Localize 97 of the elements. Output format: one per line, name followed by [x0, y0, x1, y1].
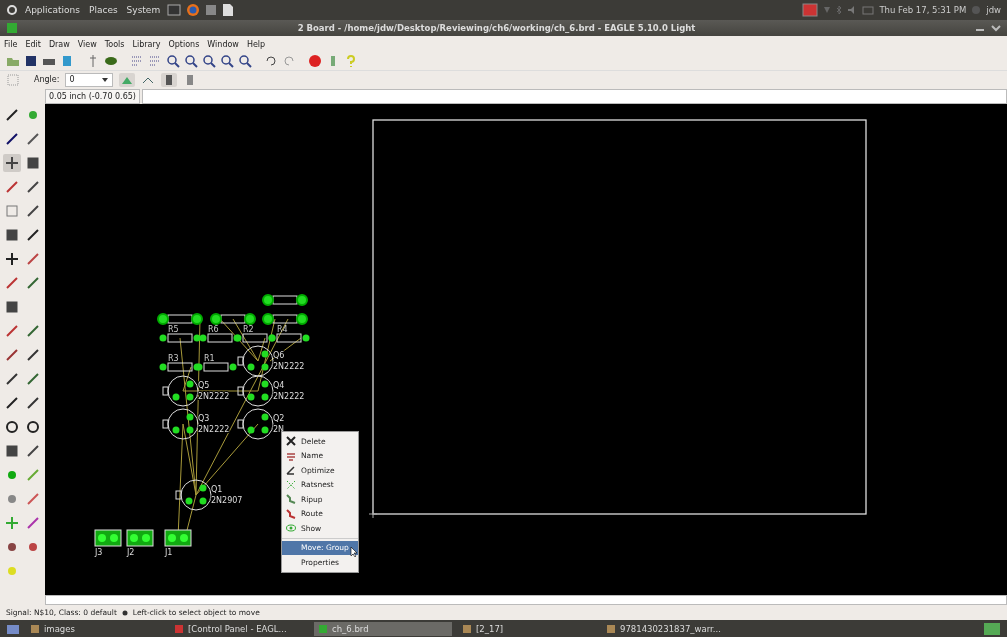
window-icon [30, 623, 40, 634]
panel-menu[interactable]: Applications [23, 5, 82, 15]
taskbar-item[interactable]: images [26, 621, 164, 636]
bullet-icon [121, 609, 128, 616]
resistor[interactable] [268, 333, 310, 343]
delete-icon [286, 436, 296, 447]
route-icon [286, 508, 296, 519]
connector[interactable] [164, 529, 192, 547]
window-icon [606, 623, 616, 634]
user-name[interactable]: jdw [986, 5, 1001, 15]
transistor-value: 2N2222 [273, 392, 305, 401]
transistor-value: 2N2907 [211, 496, 243, 505]
resistor-label: R1 [204, 354, 215, 363]
ripup-icon [286, 494, 296, 505]
resistor-label: R5 [168, 325, 179, 334]
name-icon [286, 450, 296, 461]
resistor-label: R4 [277, 325, 288, 334]
transistor-value: 2N2222 [198, 392, 230, 401]
menu-item[interactable]: Edit [25, 39, 41, 49]
mouse-cursor-icon [350, 546, 358, 558]
connector-label: J1 [165, 548, 173, 557]
panel-menu[interactable]: System [124, 5, 163, 15]
transistor[interactable] [162, 408, 199, 440]
globe-icon[interactable] [186, 3, 201, 17]
transistor[interactable] [237, 408, 274, 440]
resistor[interactable] [159, 333, 201, 343]
maximize-icon[interactable] [991, 24, 1001, 32]
transistor-value: 2N2222 [273, 362, 305, 371]
connector[interactable] [94, 529, 122, 547]
taskbar-item[interactable]: [Control Panel - EAGL... [170, 621, 308, 636]
resistor[interactable] [262, 313, 308, 325]
taskbar-item[interactable]: [2_17] [458, 621, 596, 636]
transistor-name: Q2 [273, 414, 285, 423]
coordinate-display: 0.05 inch (-0.70 0.65) [45, 88, 140, 104]
transistor-name: Q4 [273, 381, 285, 390]
window-title: 2 Board - /home/jdw/Desktop/Reviewing/ch6/working/ch_6.brd - EAGLE 5.10.0 Light [296, 23, 697, 33]
clock[interactable]: Thu Feb 17, 5:31 PM [879, 5, 967, 15]
window-icon [462, 623, 472, 634]
command-field[interactable] [141, 88, 1007, 104]
resistor[interactable] [157, 313, 203, 325]
taskbar-item[interactable]: ch_6.brd [314, 621, 452, 636]
resistor-label: R6 [208, 325, 219, 334]
resistor-label: R2 [243, 325, 254, 334]
stop-icon[interactable] [308, 54, 322, 68]
transistor-name: Q6 [273, 351, 285, 360]
connector[interactable] [126, 529, 154, 547]
move-tool-icon[interactable] [3, 154, 21, 172]
menu-item[interactable]: View [77, 39, 97, 49]
resistor[interactable] [195, 362, 237, 372]
window-icon [174, 623, 184, 634]
menu-item[interactable]: File [4, 39, 18, 49]
show-desktop-icon[interactable] [6, 622, 20, 635]
resistor[interactable] [262, 294, 308, 306]
transistor-value: 2N [273, 425, 285, 434]
window-icon [318, 623, 328, 634]
transistor[interactable] [175, 479, 212, 511]
ratsnest-icon [286, 479, 296, 490]
panel-menu[interactable]: Places [87, 5, 120, 15]
rect-tool-icon[interactable] [3, 442, 21, 460]
transistor[interactable] [237, 375, 274, 407]
transistor-value: 2N2222 [198, 425, 230, 434]
layer-icon[interactable] [161, 72, 178, 87]
menu-item[interactable]: Library [132, 39, 161, 49]
workspace-icon[interactable] [983, 621, 1001, 636]
gear-icon[interactable] [6, 4, 18, 16]
resistor-label: R3 [168, 354, 179, 363]
cross-tool-icon[interactable] [3, 250, 21, 268]
undo-icon[interactable] [264, 54, 278, 68]
app-icon [6, 22, 18, 34]
menu-item[interactable]: Tools [104, 39, 125, 49]
page-icon[interactable] [222, 3, 235, 17]
menu-item[interactable]: Draw [48, 39, 70, 49]
menu-item[interactable]: Options [168, 39, 200, 49]
optimize-icon [286, 465, 296, 476]
zoom-icon[interactable] [166, 54, 180, 68]
transistor-name: Q1 [211, 485, 223, 494]
menu-item[interactable]: Window [207, 39, 239, 49]
terminal-icon[interactable] [167, 4, 182, 16]
caret-icon [101, 76, 110, 83]
transistor[interactable] [162, 375, 199, 407]
zoom-icon[interactable] [220, 54, 234, 68]
transistor[interactable] [237, 345, 274, 377]
show-icon [286, 523, 296, 534]
circle-tool-icon[interactable] [3, 418, 21, 436]
zoom-icon[interactable] [202, 54, 216, 68]
angle-label: Angle: [34, 75, 60, 84]
connector-label: J2 [127, 548, 135, 557]
angle-dropdown[interactable]: 0 [65, 72, 114, 87]
origin-mark [368, 509, 378, 519]
menu-item[interactable]: Help [246, 39, 266, 49]
taskbar-item[interactable]: 9781430231837_warr... [602, 621, 740, 636]
connector-label: J3 [95, 548, 103, 557]
zoom-icon[interactable] [184, 54, 198, 68]
zoom-icon[interactable] [238, 54, 252, 68]
horizontal-scrollbar[interactable] [45, 595, 1007, 605]
transistor-name: Q3 [198, 414, 210, 423]
resistor[interactable] [210, 313, 256, 325]
